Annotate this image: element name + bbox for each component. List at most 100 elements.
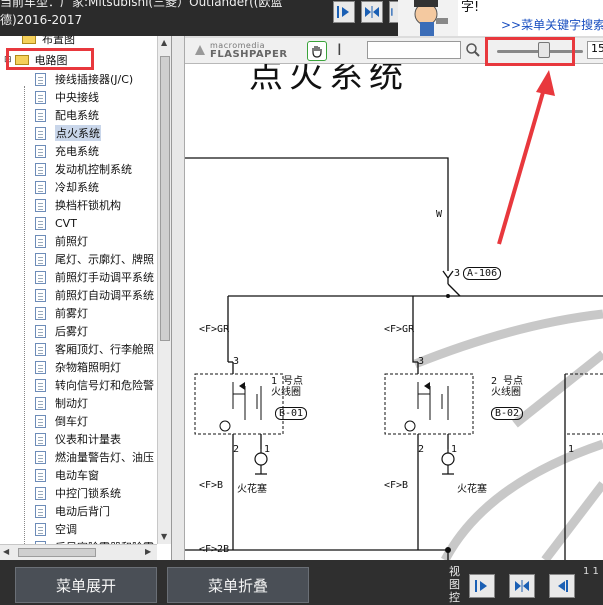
tree-vertical-scrollbar[interactable]: ▲ ▼ (157, 36, 171, 544)
tree-horizontal-scrollbar[interactable]: ◀ ▶ (0, 544, 157, 560)
tree-item-label: 前照灯 (55, 235, 88, 248)
document-icon (35, 378, 46, 392)
tree-item-label: 接线插接器(J/C) (55, 73, 134, 86)
tree-item[interactable]: 仪表和计量表 (35, 430, 121, 448)
tree-item[interactable]: 转向信号灯和危险警 (35, 376, 154, 394)
scroll-right-icon[interactable]: ▶ (145, 547, 151, 556)
scroll-up-icon[interactable]: ▲ (161, 38, 167, 47)
tree-item[interactable]: CVT (35, 214, 77, 232)
document-icon (35, 108, 46, 122)
document-icon (35, 414, 46, 428)
current-model-line2: 德)2016-2017 (0, 13, 83, 27)
fit-icon (365, 6, 379, 18)
tree-item[interactable]: 中央接线 (35, 88, 99, 106)
tree-item-label: 配电系统 (55, 109, 99, 122)
page-title: 点火系统 (249, 64, 409, 96)
page-number: 1 1 (583, 566, 599, 577)
document-icon (35, 234, 46, 248)
tree-item[interactable]: 充电系统 (35, 142, 99, 160)
hand-icon (312, 46, 322, 58)
tree-item[interactable]: 接线插接器(J/C) (35, 70, 133, 88)
coil-2-name: 火线圈 (491, 387, 521, 398)
tree-item[interactable]: 倒车灯 (35, 412, 88, 430)
zoom-value-field[interactable]: 15 (587, 41, 603, 59)
play-icon (475, 580, 487, 592)
tree-item-label: 中控门锁系统 (55, 487, 121, 500)
tree-item[interactable]: 前照灯手动调平系统 (35, 268, 154, 286)
tree-item-label: 前照灯手动调平系统 (55, 271, 154, 284)
tree-item-label: 转向信号灯和危险警 (55, 379, 154, 392)
tree-scroll-thumb[interactable] (160, 56, 170, 341)
tree-item[interactable]: 尾灯、示廓灯、牌照 (35, 250, 154, 268)
logo-bottom-text: FLASHPAPER (210, 49, 288, 60)
navigation-tree[interactable]: 布置图 ⊟ 电路图 接线插接器(J/C) 中央接线 配电系统 点火系统 充电系统 发动机控… (0, 36, 172, 560)
spark-plug-label: 火花塞 (457, 484, 487, 495)
tree-item[interactable]: 电动后背门 (35, 502, 110, 520)
tree-item-label: 换档杆锁机构 (55, 199, 121, 212)
tree-item[interactable]: 电动车窗 (35, 466, 99, 484)
tree-item-label: 电动后背门 (55, 505, 110, 518)
document-icon (35, 288, 46, 302)
fit-icon (515, 580, 529, 592)
tree-item-label: 充电系统 (55, 145, 99, 158)
bottom-prev-button[interactable] (549, 574, 575, 598)
tree-item-label: 尾灯、示廓灯、牌照 (55, 253, 154, 266)
pin-label: 3 (418, 356, 425, 367)
mascot-image (398, 0, 458, 36)
ad-banner[interactable]: 字! >>菜单关键字搜索 (398, 0, 603, 36)
tree-item[interactable]: 前照灯自动调平系统 (35, 286, 154, 304)
tree-item-label: 倒车灯 (55, 415, 88, 428)
bottom-next-button[interactable] (469, 574, 495, 598)
expand-menu-button[interactable]: 菜单展开 (15, 567, 157, 603)
menu-keyword-search-link[interactable]: >>菜单关键字搜索 (501, 16, 603, 33)
document-icon (35, 522, 46, 536)
tree-item[interactable]: 客厢顶灯、行李舱照 (35, 340, 154, 358)
next-page-button[interactable] (333, 1, 355, 23)
tree-item[interactable]: 后雾灯 (35, 322, 88, 340)
tree-item[interactable]: 换档杆锁机构 (35, 196, 121, 214)
tree-item-label: 前照灯自动调平系统 (55, 289, 154, 302)
ad-text: 字! (461, 0, 480, 15)
tree-item[interactable]: 制动灯 (35, 394, 88, 412)
scroll-down-icon[interactable]: ▼ (161, 532, 167, 541)
pin-label: 1 (568, 444, 575, 455)
tree-item[interactable]: 前雾灯 (35, 304, 88, 322)
fit-page-button[interactable] (361, 1, 383, 23)
tree-item-label: 制动灯 (55, 397, 88, 410)
text-select-tool[interactable]: I (337, 40, 342, 59)
document-icon (35, 72, 46, 86)
highlight-box-zoom (485, 37, 575, 66)
coil-1-name: 火线圈 (271, 387, 301, 398)
tree-item[interactable]: 点火系统 (35, 124, 101, 142)
tree-item[interactable]: 中控门锁系统 (35, 484, 121, 502)
tree-item[interactable]: 前照灯 (35, 232, 88, 250)
pin-label: 2 (233, 444, 240, 455)
tree-item[interactable]: 冷却系统 (35, 178, 99, 196)
wire-color-label: W (436, 209, 443, 220)
wire-label: <F>GR (384, 324, 415, 335)
tree-item-layout[interactable]: 布置图 (22, 36, 75, 48)
watermark-graphic (413, 309, 603, 560)
tree-item[interactable]: 燃油量警告灯、油压 (35, 448, 154, 466)
tree-item-label: 发动机控制系统 (55, 163, 132, 176)
view-control-label: 视图控 (449, 565, 460, 604)
tree-item[interactable]: 配电系统 (35, 106, 99, 124)
search-input[interactable] (367, 41, 461, 59)
tree-item[interactable]: 发动机控制系统 (35, 160, 132, 178)
bottom-fit-button[interactable] (509, 574, 535, 598)
hand-tool-button[interactable] (307, 41, 327, 61)
document-icon (35, 162, 46, 176)
current-model-line1: 当前车型：厂家:Mitsubishi(三菱）Outlander((欧蓝 (0, 0, 283, 9)
document-icon (35, 486, 46, 500)
wire-label: <F>B (199, 480, 224, 491)
tree-item-label: 空调 (55, 523, 77, 536)
scroll-left-icon[interactable]: ◀ (3, 547, 9, 556)
tree-item[interactable]: 杂物箱照明灯 (35, 358, 121, 376)
document-icon (35, 324, 46, 338)
search-icon[interactable] (465, 42, 481, 58)
collapse-menu-button[interactable]: 菜单折叠 (167, 567, 309, 603)
spark-plug-label: 火花塞 (237, 484, 267, 495)
tree-item-label: 客厢顶灯、行李舱照 (55, 343, 154, 356)
tree-hscroll-thumb[interactable] (18, 548, 96, 557)
tree-item[interactable]: 空调 (35, 520, 77, 538)
